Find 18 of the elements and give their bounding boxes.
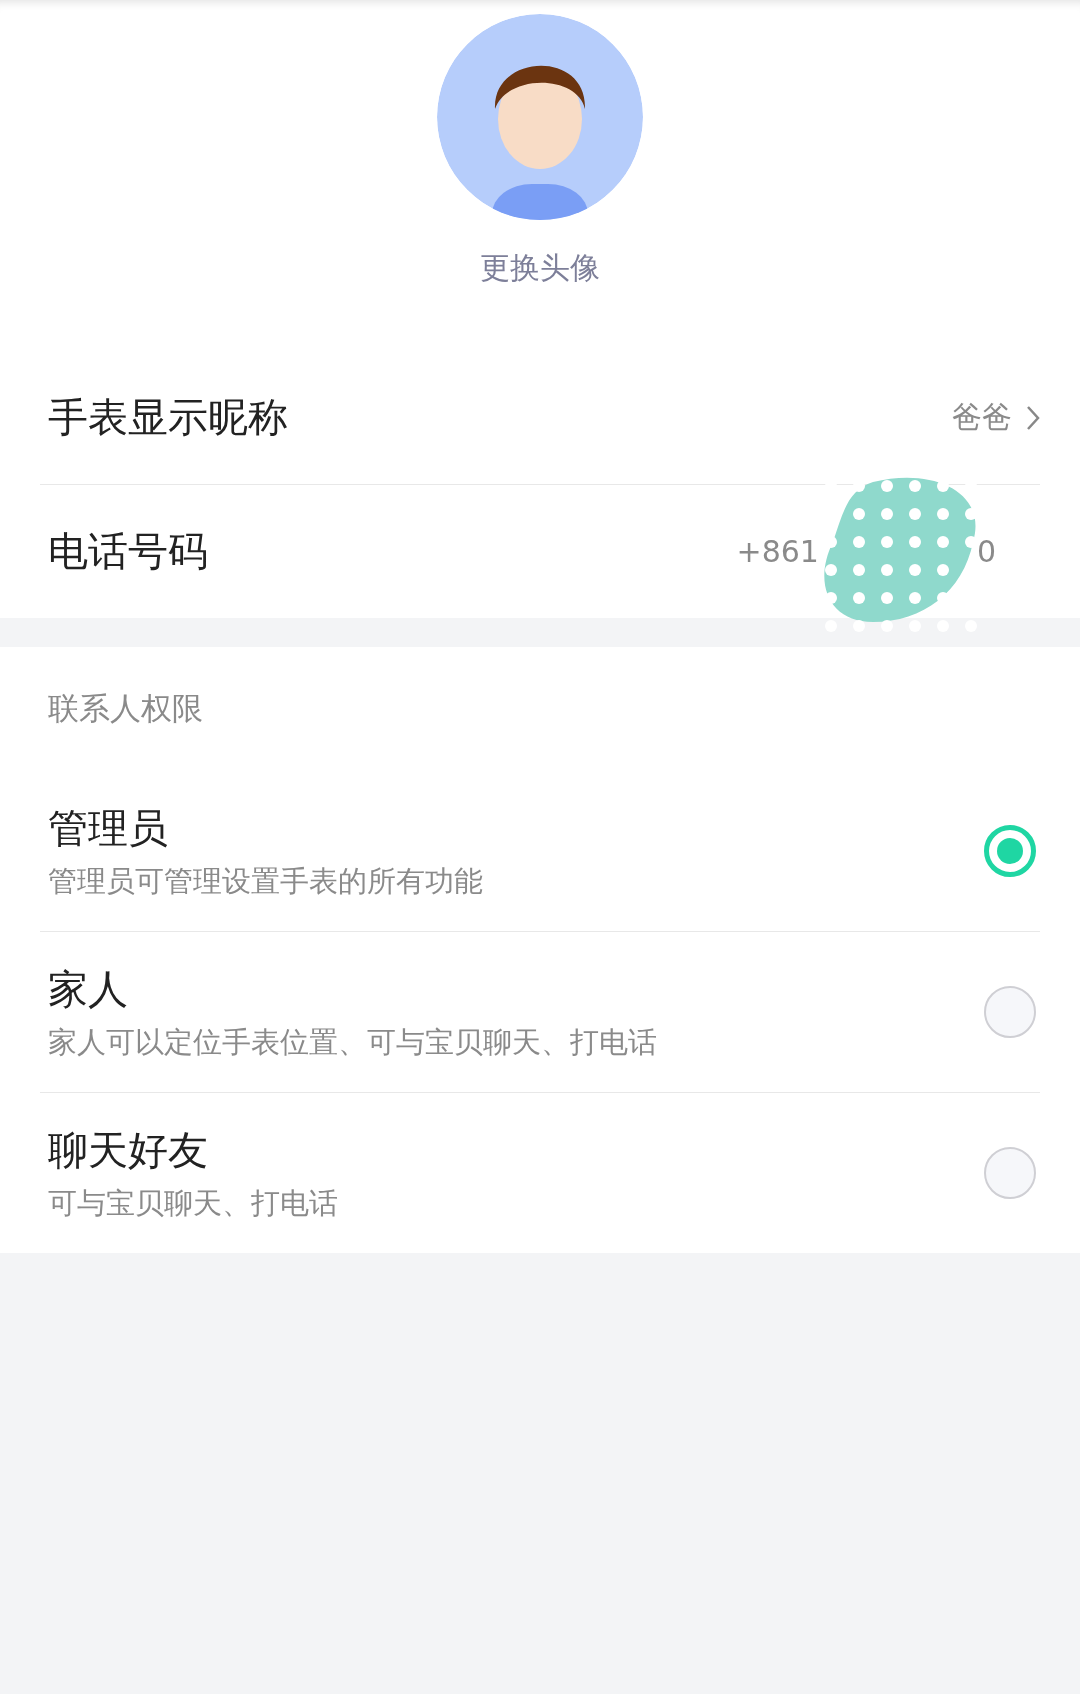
phone-number: 0 [976,534,996,569]
option-title: 聊天好友 [48,1125,209,1175]
field-label: 手表显示昵称 [47,393,288,442]
radio-button[interactable] [984,986,1036,1038]
section-title: 联系人权限 [48,689,203,728]
avatar[interactable] [437,14,643,220]
option-description: 可与宝贝聊天、打电话 [48,1184,338,1222]
field-value[interactable]: 爸爸 [952,397,1012,438]
option-title: 家人 [48,964,129,1014]
option-description: 管理员可管理设置手表的所有功能 [48,862,483,900]
radio-button[interactable] [984,825,1036,877]
option-title: 管理员 [48,803,169,853]
phone-number: +861 [736,534,819,569]
chevron-right-icon [1026,404,1040,431]
radio-button[interactable] [984,1147,1036,1199]
field-label: 电话号码 [47,527,208,576]
option-description: 家人可以定位手表位置、可与宝贝聊天、打电话 [48,1023,657,1061]
change-avatar-link[interactable]: 更换头像 [480,248,600,289]
